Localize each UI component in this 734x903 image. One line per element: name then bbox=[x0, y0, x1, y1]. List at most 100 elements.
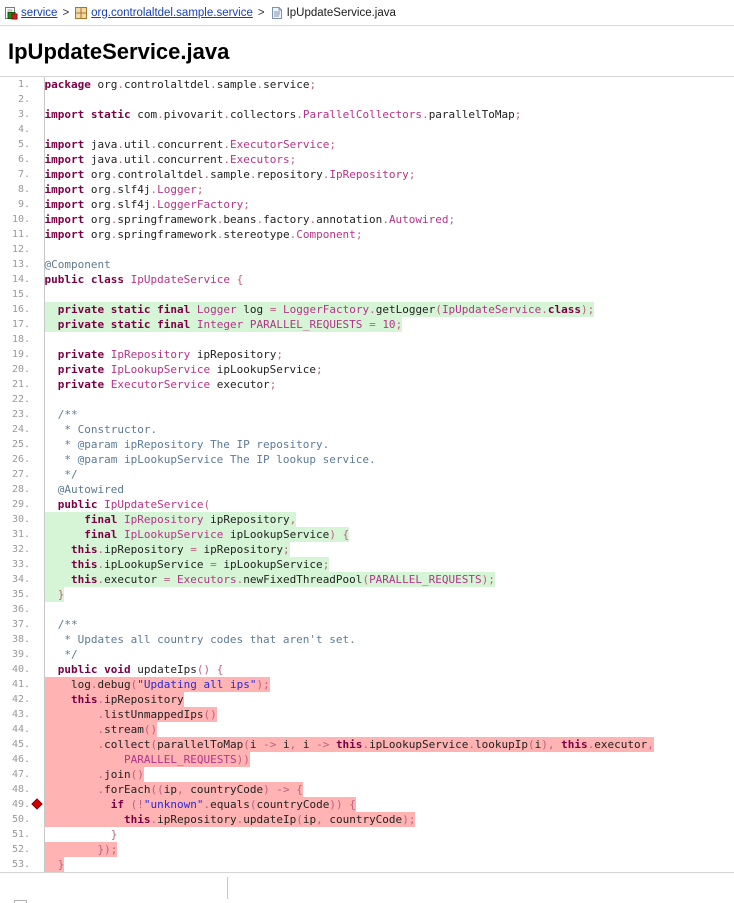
code-line-source: private IpRepository ipRepository; bbox=[43, 347, 734, 363]
code-line: 13. @Component bbox=[0, 257, 734, 273]
gutter-marker-cell[interactable] bbox=[30, 137, 44, 153]
gutter-marker-cell[interactable] bbox=[30, 677, 44, 693]
line-number: 2. bbox=[0, 92, 30, 108]
gutter-marker-cell[interactable] bbox=[30, 857, 44, 873]
gutter-marker-cell[interactable] bbox=[30, 422, 44, 438]
code-line: 35. } bbox=[0, 587, 734, 603]
gutter-marker-cell[interactable] bbox=[30, 332, 44, 348]
code-text: final IpLookupService ipLookupService) { bbox=[44, 527, 350, 543]
gutter-marker-cell[interactable] bbox=[30, 287, 44, 303]
gutter-marker-cell[interactable] bbox=[30, 587, 44, 603]
gutter-marker-cell[interactable] bbox=[30, 542, 44, 558]
breadcrumb-item-project[interactable]: service bbox=[4, 6, 57, 20]
code-text: /** bbox=[44, 618, 78, 632]
gutter-marker-cell[interactable] bbox=[30, 482, 44, 498]
code-line-source: .stream() bbox=[43, 722, 734, 738]
code-line-source: .listUnmappedIps() bbox=[43, 707, 734, 723]
gutter-marker-cell[interactable] bbox=[30, 752, 44, 768]
gutter-marker-cell[interactable] bbox=[30, 797, 44, 813]
gutter-marker-cell[interactable] bbox=[30, 602, 44, 618]
gutter-marker-cell[interactable] bbox=[30, 182, 44, 198]
code-line: 26. * @param ipLookupService The IP look… bbox=[0, 452, 734, 468]
code-line-source: } bbox=[43, 857, 734, 873]
gutter-marker-cell[interactable] bbox=[30, 317, 44, 333]
gutter-marker-cell[interactable] bbox=[30, 662, 44, 678]
gutter-marker-cell[interactable] bbox=[30, 467, 44, 483]
code-line: 40. public void updateIps() { bbox=[0, 662, 734, 678]
line-number: 40. bbox=[0, 662, 30, 678]
code-line: 12. bbox=[0, 242, 734, 258]
code-line: 49. if (!"unknown".equals(countryCode)) … bbox=[0, 797, 734, 813]
gutter-marker-cell[interactable] bbox=[30, 152, 44, 168]
gutter-marker-cell[interactable] bbox=[30, 827, 44, 843]
line-number: 25. bbox=[0, 437, 30, 453]
gutter-marker-cell[interactable] bbox=[30, 227, 44, 243]
code-line-source: } bbox=[43, 827, 734, 843]
gutter-marker-cell[interactable] bbox=[30, 452, 44, 468]
gutter-marker-cell[interactable] bbox=[30, 767, 44, 783]
code-text: import org.slf4j.LoggerFactory; bbox=[44, 198, 250, 212]
breadcrumb-label-package[interactable]: org.controlaltdel.sample.service bbox=[91, 7, 253, 19]
gutter-marker-cell[interactable] bbox=[30, 392, 44, 408]
gutter-marker-cell[interactable] bbox=[30, 437, 44, 453]
breadcrumb-label-project[interactable]: service bbox=[21, 7, 57, 19]
breakpoint-diamond-icon[interactable] bbox=[31, 798, 43, 810]
code-line: 21. private ExecutorService executor; bbox=[0, 377, 734, 393]
line-number: 46. bbox=[0, 752, 30, 768]
line-number: 12. bbox=[0, 242, 30, 258]
gutter-marker-cell[interactable] bbox=[30, 212, 44, 228]
code-text: if (!"unknown".equals(countryCode)) { bbox=[44, 797, 356, 813]
gutter-marker-cell[interactable] bbox=[30, 362, 44, 378]
line-number: 6. bbox=[0, 152, 30, 168]
line-number: 36. bbox=[0, 602, 30, 618]
code-viewer[interactable]: 1. package org.controlaltdel.sample.servi… bbox=[0, 76, 734, 874]
gutter-marker-cell[interactable] bbox=[30, 842, 44, 858]
code-line-source: public IpUpdateService( bbox=[43, 497, 734, 513]
gutter-marker-cell[interactable] bbox=[30, 92, 44, 108]
code-text: .listUnmappedIps() bbox=[44, 707, 217, 723]
gutter-marker-cell[interactable] bbox=[30, 512, 44, 528]
code-text: import org.slf4j.Logger; bbox=[44, 183, 204, 197]
gutter-marker-cell[interactable] bbox=[30, 272, 44, 288]
gutter-marker-cell[interactable] bbox=[30, 107, 44, 123]
code-text: import org.controlaltdel.sample.reposito… bbox=[44, 168, 416, 182]
gutter-marker-cell[interactable] bbox=[30, 377, 44, 393]
gutter-marker-cell[interactable] bbox=[30, 707, 44, 723]
line-number: 10. bbox=[0, 212, 30, 228]
code-line: 2. bbox=[0, 92, 734, 108]
gutter-marker-cell[interactable] bbox=[30, 647, 44, 663]
gutter-marker-cell[interactable] bbox=[30, 527, 44, 543]
gutter-marker-cell[interactable] bbox=[30, 167, 44, 183]
gutter-marker-cell[interactable] bbox=[30, 497, 44, 513]
code-line-source: .collect(parallelToMap(i -> i, i -> this… bbox=[43, 737, 734, 753]
code-line: 36. bbox=[0, 602, 734, 618]
gutter-marker-cell[interactable] bbox=[30, 782, 44, 798]
gutter-marker-cell[interactable] bbox=[30, 407, 44, 423]
gutter-marker-cell[interactable] bbox=[30, 632, 44, 648]
gutter-marker-cell[interactable] bbox=[30, 737, 44, 753]
gutter-marker-cell[interactable] bbox=[30, 692, 44, 708]
code-line-source: @Component bbox=[43, 257, 734, 273]
gutter-marker-cell[interactable] bbox=[30, 302, 44, 318]
code-text: * @param ipRepository The IP repository. bbox=[44, 438, 330, 452]
code-line-source bbox=[43, 122, 734, 138]
code-text: this.ipRepository = ipRepository; bbox=[44, 542, 290, 558]
gutter-marker-cell[interactable] bbox=[30, 242, 44, 258]
gutter-marker-cell[interactable] bbox=[30, 257, 44, 273]
gutter-marker-cell[interactable] bbox=[30, 812, 44, 828]
code-text: this.executor = Executors.newFixedThread… bbox=[44, 572, 495, 588]
gutter-marker-cell[interactable] bbox=[30, 557, 44, 573]
breadcrumb-item-package[interactable]: org.controlaltdel.sample.service bbox=[74, 6, 253, 20]
code-line: 48. .forEach((ip, countryCode) -> { bbox=[0, 782, 734, 798]
gutter-marker-cell[interactable] bbox=[30, 617, 44, 633]
code-line: 41. log.debug("Updating all ips"); bbox=[0, 677, 734, 693]
gutter-marker-cell[interactable] bbox=[30, 572, 44, 588]
gutter-marker-cell[interactable] bbox=[30, 77, 44, 93]
gutter-marker-cell[interactable] bbox=[30, 347, 44, 363]
code-line-source: PARALLEL_REQUESTS)) bbox=[43, 752, 734, 768]
gutter-marker-cell[interactable] bbox=[30, 722, 44, 738]
gutter-marker-cell[interactable] bbox=[30, 197, 44, 213]
breadcrumb-separator-2: > bbox=[257, 6, 265, 19]
gutter-marker-cell[interactable] bbox=[30, 122, 44, 138]
code-text: */ bbox=[44, 648, 78, 662]
